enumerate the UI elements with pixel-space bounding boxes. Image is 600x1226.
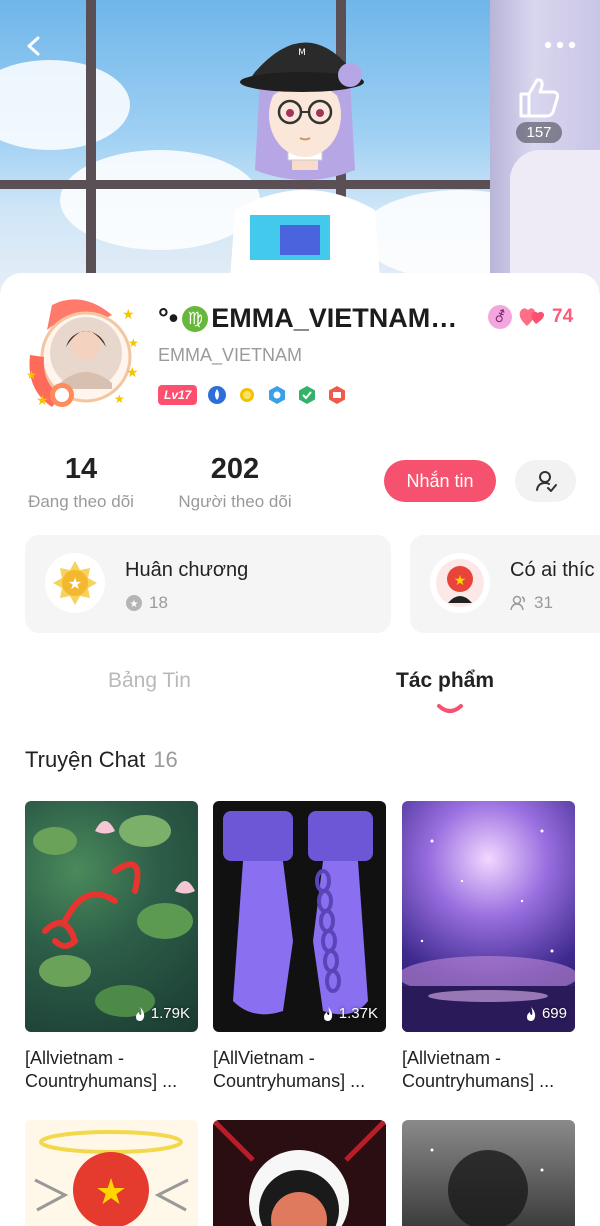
admirers-count: 31 (534, 593, 553, 612)
story-card[interactable]: 1.79K (25, 801, 198, 1032)
active-tab-indicator (437, 704, 463, 713)
message-button[interactable]: Nhắn tin (384, 460, 496, 502)
tab-works[interactable]: Tác phẩm (396, 669, 494, 693)
story-cover-image (402, 829, 575, 1032)
following-label: Đang theo dõi (28, 492, 134, 511)
story-cover-image (223, 811, 373, 1015)
level-badge[interactable]: Lv17 (158, 385, 198, 405)
profile-avatar[interactable]: ★ ★ ★ ★ ★ ★ (22, 295, 144, 417)
story-cover-image (430, 1148, 544, 1226)
cloud (0, 60, 130, 150)
display-name: EMMA_VIETNAM… (211, 303, 458, 333)
virgo-icon: ♍ (182, 305, 209, 332)
like-count: 157 (516, 122, 562, 143)
hexagon-blue-badge-icon[interactable] (267, 385, 287, 405)
svg-text:★: ★ (454, 573, 467, 589)
more-options-button[interactable] (540, 30, 580, 60)
drop-badge-icon[interactable] (207, 385, 227, 405)
story-title[interactable]: [Allvietnam - Countryhumans] ... (25, 1047, 198, 1093)
svg-text:★: ★ (128, 336, 139, 350)
thumbs-up-icon (519, 78, 560, 118)
profile-card: ★ ★ ★ ★ ★ ★ °• ♍ EMMA_VIETNAM… EMMA_VIET… (0, 273, 600, 1226)
story-card[interactable]: 1.37K (213, 801, 386, 1032)
story-title[interactable]: [Allvietnam - Countryhumans] ... (402, 1047, 575, 1093)
view-count: 699 (524, 1005, 567, 1022)
hexagon-green-badge-icon[interactable] (297, 385, 317, 405)
view-count: 1.37K (321, 1005, 378, 1022)
medals-card[interactable]: ★ Huân chương ★ 18 (25, 535, 391, 633)
admirers-card[interactable]: ★ Có ai thíc 31 (410, 535, 600, 633)
profile-name: °• ♍ EMMA_VIETNAM… (158, 303, 468, 334)
followers-stat[interactable]: 202 Người theo dõi (170, 453, 300, 512)
avatar-character-illustration: M (230, 42, 380, 280)
svg-text:★: ★ (114, 392, 125, 406)
svg-text:★: ★ (36, 393, 49, 409)
name-prefix: °• (158, 303, 179, 333)
story-card[interactable] (213, 1120, 386, 1226)
like-button[interactable]: 157 (512, 76, 566, 143)
profile-stats: 14 Đang theo dõi 202 Người theo dõi (22, 453, 582, 513)
profile-tabs: Bảng Tin Tác phẩm (0, 669, 600, 719)
heart-icon (519, 308, 545, 326)
hexagon-red-badge-icon[interactable] (327, 385, 347, 405)
users-icon (510, 595, 525, 611)
username-handle: EMMA_VIETNAM (158, 345, 303, 365)
medals-sub: ★ 18 (125, 593, 168, 613)
svg-text:M: M (298, 48, 306, 58)
story-card[interactable] (402, 1120, 575, 1226)
medals-count: 18 (149, 593, 168, 612)
svg-text:★: ★ (126, 365, 139, 381)
svg-text:★: ★ (122, 307, 135, 323)
user-check-icon (535, 471, 557, 492)
section-count: 16 (153, 747, 178, 772)
story-card[interactable]: ★ (25, 1120, 198, 1226)
badge-row: Lv17 (158, 385, 347, 405)
svg-text:★: ★ (26, 368, 37, 382)
chevron-left-icon (27, 36, 40, 56)
gender-and-hearts: ⚦ 74 (488, 305, 573, 329)
fire-icon (526, 1006, 536, 1021)
tab-feed[interactable]: Bảng Tin (108, 669, 191, 693)
gender-icon: ⚦ (488, 305, 512, 329)
chair (510, 150, 600, 290)
story-cover-image: ★ (34, 1130, 189, 1226)
following-stat[interactable]: 14 Đang theo dõi (22, 453, 140, 512)
admirers-sub: 31 (510, 593, 553, 613)
story-title[interactable]: [AllVietnam - Countryhumans] ... (213, 1047, 386, 1093)
followers-label: Người theo dõi (178, 492, 292, 511)
profile-cover: M 157 (0, 0, 600, 300)
following-count: 14 (64, 453, 98, 485)
star-circle-icon: ★ (126, 595, 142, 611)
fire-icon (135, 1006, 144, 1021)
view-count: 1.79K (133, 1005, 190, 1022)
more-dots-icon (544, 41, 576, 49)
fire-icon (323, 1006, 332, 1021)
story-cover-image (33, 815, 195, 1017)
section-header: Truyện Chat 16 (25, 747, 178, 773)
back-button[interactable] (16, 28, 52, 64)
window-frame (86, 0, 96, 300)
medals-title: Huân chương (125, 559, 249, 581)
followers-count: 202 (210, 453, 260, 485)
svg-text:★: ★ (130, 599, 139, 610)
admirers-title: Có ai thíc (510, 559, 595, 581)
story-cover-image (213, 1120, 386, 1226)
story-card[interactable]: 699 (402, 801, 575, 1032)
heart-count: 74 (552, 306, 574, 327)
section-title: Truyện Chat (25, 747, 146, 772)
medal-icon: ★ (45, 553, 105, 613)
svg-text:★: ★ (68, 574, 82, 593)
follow-button[interactable] (515, 460, 576, 502)
svg-text:★: ★ (95, 1172, 127, 1213)
coin-badge-icon[interactable] (237, 385, 257, 405)
admirer-avatar: ★ (430, 553, 490, 613)
